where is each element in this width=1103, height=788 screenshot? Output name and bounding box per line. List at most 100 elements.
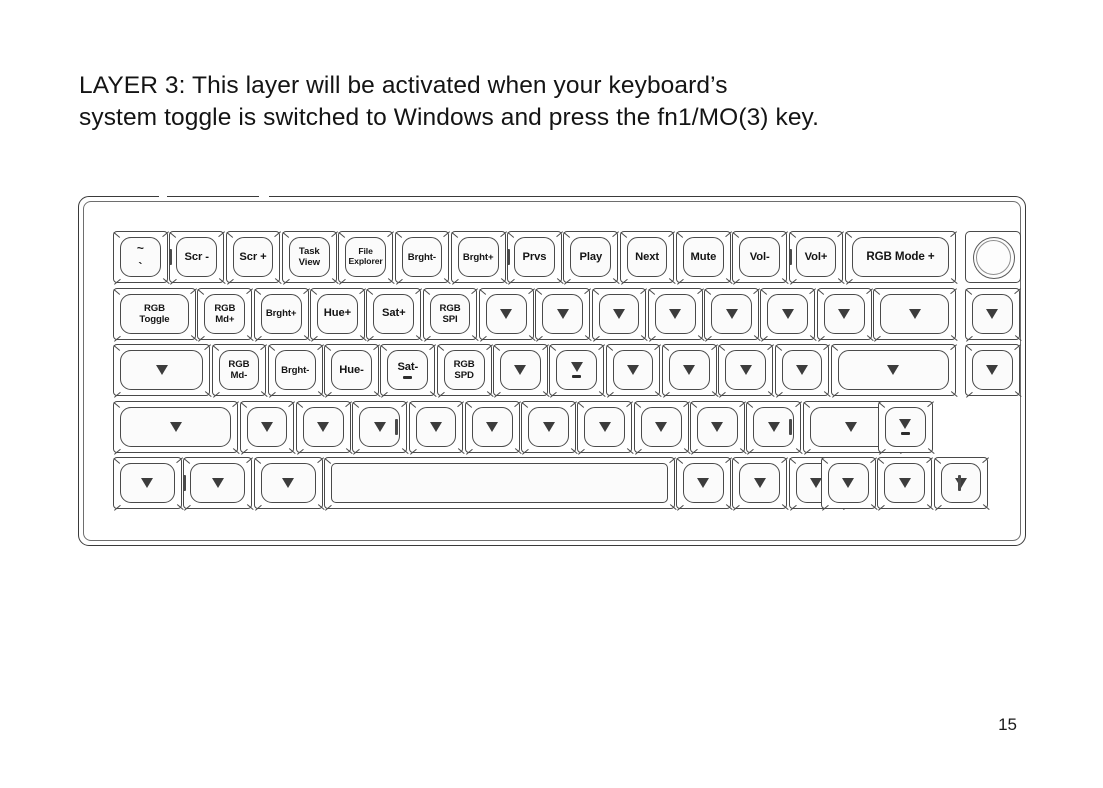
key-blank-row-number-13[interactable] — [873, 287, 958, 342]
key-blank-row-home-10[interactable] — [718, 344, 775, 398]
key-label: Prvs — [522, 250, 547, 263]
key-blank-row-number-10[interactable] — [704, 287, 761, 342]
arrow-down-key[interactable] — [877, 457, 934, 511]
key-rgb-md[interactable]: RGB Md+ — [197, 287, 254, 342]
key-blank-row-modifier-4[interactable] — [676, 457, 733, 511]
key-vol[interactable]: Vol+ — [788, 231, 846, 285]
key-blank-row-function-0[interactable]: ~ ` — [113, 231, 170, 285]
key-blank-row-home-8[interactable] — [605, 344, 663, 398]
key-blank-row-bottom-alpha-5[interactable] — [464, 400, 522, 455]
key-blank-row-home-11[interactable] — [774, 344, 831, 398]
transparent-key-triangle-icon — [211, 478, 224, 488]
key-blank-row-home-6[interactable] — [493, 344, 550, 398]
keycap — [612, 350, 654, 390]
key-blank-row-bottom-alpha-2[interactable] — [295, 400, 353, 455]
keycap — [120, 350, 204, 390]
key-side-blank-row3[interactable] — [965, 344, 1022, 398]
key-label: Scr + — [239, 250, 267, 263]
key-rgb-mode[interactable]: RGB Mode + — [844, 231, 958, 285]
key-label: RGB Md+ — [214, 302, 236, 325]
keycap — [542, 293, 584, 334]
key-blank-row-bottom-alpha-6[interactable] — [521, 400, 578, 455]
key-prvs[interactable]: Prvs — [507, 231, 564, 285]
key-blank-row-bottom-alpha-0[interactable] — [113, 400, 240, 455]
key-blank-row-modifier-1[interactable] — [183, 457, 254, 511]
key-brght[interactable]: Brght+ — [253, 287, 311, 342]
key-blank-row-home-7[interactable] — [549, 344, 606, 398]
keycap — [781, 350, 823, 390]
transparent-key-triangle-icon — [767, 421, 780, 432]
transparent-key-triangle-icon — [838, 308, 851, 319]
arrow-right-key[interactable] — [933, 457, 991, 511]
key-file-explorer[interactable]: File Explorer — [338, 231, 395, 285]
key-blank-row-number-7[interactable] — [535, 287, 592, 342]
key-label: RGB Toggle — [139, 302, 170, 325]
keyboard-key-plate: ~ ` Scr - Scr + Task View File Explorer Brght-… — [113, 231, 1022, 516]
key-blank-row-home-9[interactable] — [661, 344, 719, 398]
key-rgb-spi[interactable]: RGB SPI — [422, 287, 480, 342]
key-blank-row-bottom-alpha-8[interactable] — [633, 400, 691, 455]
key-label: Sat+ — [381, 307, 406, 320]
transparent-key-triangle-icon — [373, 421, 386, 432]
arrow-up-key[interactable] — [878, 400, 935, 455]
key-scr[interactable]: Scr - — [169, 231, 226, 285]
key-blank-row-bottom-alpha-3[interactable] — [352, 400, 409, 455]
key-mute[interactable]: Mute — [676, 231, 733, 285]
key-blank-row-bottom-alpha-7[interactable] — [577, 400, 634, 455]
key-task-view[interactable]: Task View — [281, 231, 339, 285]
keyboard-case: ~ ` Scr - Scr + Task View File Explorer Brght-… — [78, 195, 1026, 546]
key-blank-row-number-6[interactable] — [478, 287, 536, 342]
transparent-key-triangle-icon — [570, 362, 583, 372]
transparent-key-triangle-icon — [795, 365, 808, 375]
key-vol[interactable]: Vol- — [732, 231, 789, 285]
keycap — [683, 463, 724, 503]
key-blank-row-bottom-alpha-9[interactable] — [690, 400, 747, 455]
key-brght[interactable]: Brght- — [267, 344, 325, 398]
key-play[interactable]: Play — [563, 231, 620, 285]
switch-pin-mark-5 — [183, 475, 186, 491]
key-rgb-spd[interactable]: RGB SPD — [436, 344, 494, 398]
keycap — [823, 293, 865, 334]
key-blank-row-bottom-alpha-4[interactable] — [408, 400, 465, 455]
keycap — [120, 463, 175, 503]
transparent-key-triangle-icon — [711, 421, 724, 432]
case-notch-right — [259, 195, 269, 199]
key-blank-row-modifier-5[interactable] — [732, 457, 789, 511]
keycap: RGB Md+ — [204, 293, 246, 334]
keycap — [880, 293, 949, 334]
keycap: Scr + — [232, 237, 274, 277]
key-next[interactable]: Next — [619, 231, 677, 285]
key-blank-row-number-12[interactable] — [816, 287, 874, 342]
transparent-key-triangle-icon — [986, 308, 999, 319]
key-blank-row-number-11[interactable] — [760, 287, 817, 342]
key-blank-row-number-9[interactable] — [647, 287, 705, 342]
key-brght[interactable]: Brght+ — [450, 231, 508, 285]
keycap — [246, 406, 288, 447]
arrow-left-key[interactable] — [821, 457, 878, 511]
homing-bar — [403, 376, 413, 380]
key-hue[interactable]: Hue- — [324, 344, 381, 398]
transparent-key-triangle-icon — [655, 421, 668, 432]
key-label: RGB Md- — [228, 359, 250, 381]
key-blank-row-bottom-alpha-1[interactable] — [239, 400, 297, 455]
key-blank-row-home-12[interactable] — [830, 344, 958, 398]
key-sat[interactable]: Sat+ — [366, 287, 423, 342]
key-blank-row-home-0[interactable] — [113, 344, 212, 398]
key-rgb-toggle[interactable]: RGB Toggle — [113, 287, 198, 342]
keycap — [190, 463, 246, 503]
key-side-blank-row2[interactable] — [965, 287, 1022, 342]
key-sat[interactable]: Sat- — [380, 344, 437, 398]
key-blank-row-modifier-0[interactable] — [113, 457, 184, 511]
key-blank-row-modifier-2[interactable] — [253, 457, 325, 511]
key-scr[interactable]: Scr + — [225, 231, 283, 285]
key-blank-row-bottom-alpha-10[interactable] — [746, 400, 803, 455]
keycap — [528, 406, 569, 447]
key-rgb-md[interactable]: RGB Md- — [211, 344, 268, 398]
keycap: Hue+ — [317, 293, 358, 334]
key-blank-row-modifier-3[interactable] — [324, 457, 677, 511]
key-blank-row-number-8[interactable] — [591, 287, 648, 342]
key-hue[interactable]: Hue+ — [310, 287, 367, 342]
key-brght[interactable]: Brght- — [394, 231, 451, 285]
key-label: Scr - — [184, 250, 209, 263]
rotary-encoder-knob[interactable] — [965, 231, 1022, 283]
